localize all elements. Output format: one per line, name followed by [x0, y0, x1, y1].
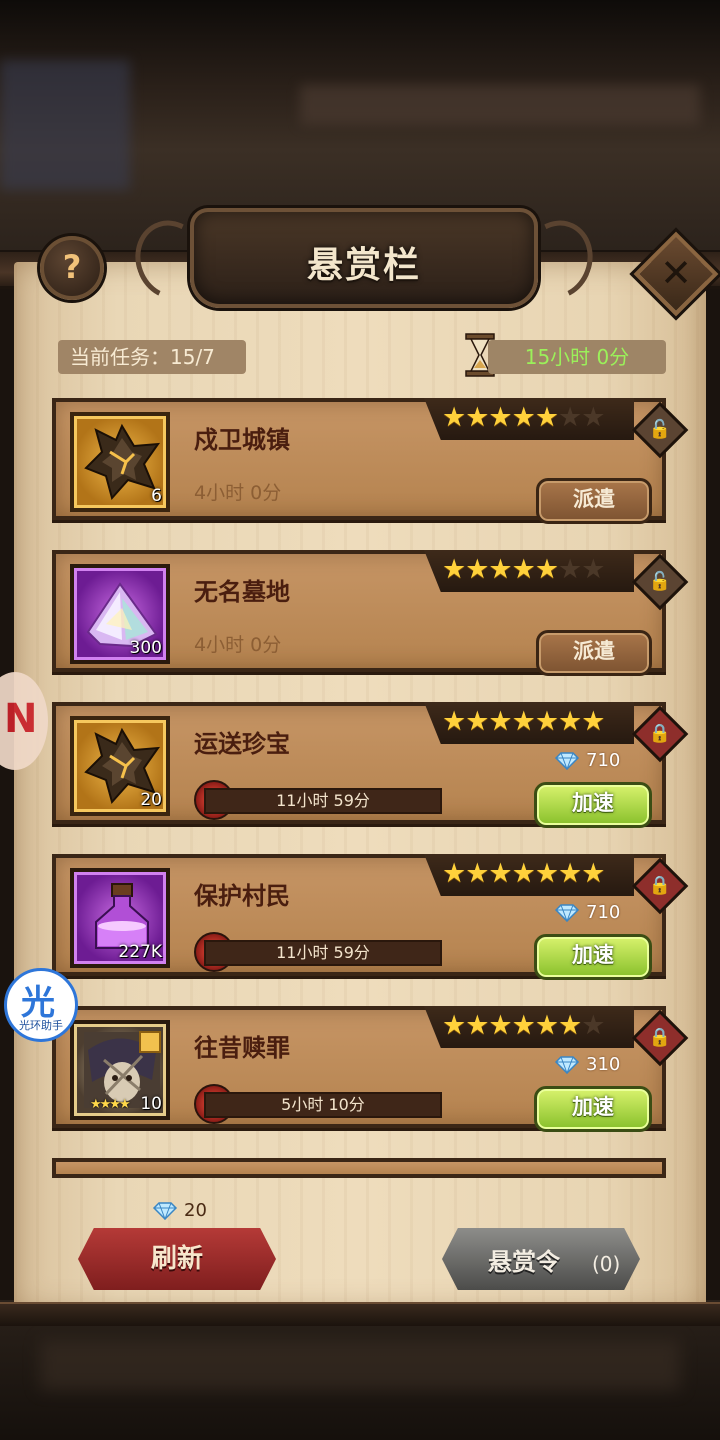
title-plaque: 悬赏栏 — [124, 208, 604, 310]
reward-item[interactable]: 20 — [70, 716, 170, 816]
star-rating: ★★★★★★★ — [442, 554, 605, 585]
bounty-card-partial — [52, 1158, 666, 1178]
star-rating: ★★★★★★★ — [442, 706, 605, 737]
bounty-card: 20 运送珍宝 ★★★★★★★ 🔒 11小时 59分 710 加速 — [52, 702, 689, 828]
question-icon: ? — [62, 248, 82, 286]
lock-icon: 🔒 — [648, 875, 672, 896]
lock-icon: 🔒 — [648, 723, 672, 744]
help-button[interactable]: ? — [40, 236, 104, 300]
assistant-caption: 光环助手 — [19, 1019, 63, 1032]
speedup-cost: 310 — [554, 1054, 620, 1075]
star-rating: ★★★★★★★ — [442, 402, 605, 433]
bounty-order-button[interactable]: 悬赏令 (0) — [442, 1228, 640, 1290]
bounty-name: 保护村民 — [194, 882, 290, 910]
star-rating: ★★★★★★★ — [442, 858, 605, 889]
diamond-icon — [554, 1056, 580, 1074]
reward-item[interactable]: ★★★★ 10 — [70, 1020, 170, 1120]
remaining-time: 11小时 59分 — [204, 788, 442, 814]
current-tasks-label: 当前任务：15/7 — [58, 340, 246, 374]
lock-icon: 🔒 — [648, 1027, 672, 1048]
bounty-duration: 4小时 0分 — [194, 482, 282, 504]
diamond-icon — [152, 1202, 178, 1220]
dispatch-button[interactable]: 派遣 — [536, 630, 652, 676]
diamond-icon — [554, 904, 580, 922]
bounty-name: 运送珍宝 — [194, 730, 290, 758]
speedup-cost: 710 — [554, 750, 620, 771]
remaining-time: 5小时 10分 — [204, 1092, 442, 1118]
bounty-card: ★★★★ 10 往昔赎罪 ★★★★★★★ 🔒 5小时 10分 310 加速 — [52, 1006, 689, 1132]
refresh-cost: 20 — [152, 1200, 207, 1221]
bounty-card: 227K 保护村民 ★★★★★★★ 🔒 11小时 59分 710 加速 — [52, 854, 689, 980]
page-title: 悬赏栏 — [306, 245, 421, 286]
bounty-card: 6 戍卫城镇 ★★★★★★★ 🔓 4小时 0分 派遣 — [52, 398, 689, 524]
reward-item[interactable]: 300 — [70, 564, 170, 664]
bounty-order-count: (0) — [592, 1252, 621, 1276]
speed-up-button[interactable]: 加速 — [534, 1086, 652, 1132]
bounty-name: 戍卫城镇 — [194, 426, 290, 454]
star-rating: ★★★★★★★ — [442, 1010, 605, 1041]
reward-quantity: 20 — [140, 790, 162, 810]
refresh-timer: 15小时 0分 — [488, 340, 666, 374]
reward-item[interactable]: 227K — [70, 868, 170, 968]
speed-up-button[interactable]: 加速 — [534, 782, 652, 828]
dispatch-button[interactable]: 派遣 — [536, 478, 652, 524]
bounty-card: 300 无名墓地 ★★★★★★★ 🔓 4小时 0分 派遣 — [52, 550, 689, 676]
panel-bottom-rim — [0, 1302, 720, 1326]
reward-quantity: 6 — [151, 486, 162, 506]
bounty-order-label: 悬赏令 — [488, 1248, 560, 1276]
refresh-button[interactable]: 刷新 — [78, 1228, 276, 1290]
bounty-name: 往昔赎罪 — [194, 1034, 290, 1062]
reward-item[interactable]: 6 — [70, 412, 170, 512]
bounty-duration: 4小时 0分 — [194, 634, 282, 656]
unlock-icon: 🔓 — [648, 571, 672, 592]
refresh-button-label: 刷新 — [150, 1244, 203, 1274]
assistant-floating-button[interactable]: 光 光环助手 — [4, 968, 78, 1042]
hero-rarity-stars: ★★★★ — [90, 1097, 131, 1112]
reward-quantity: 300 — [129, 638, 162, 658]
app-logo-icon: N — [4, 696, 38, 742]
remaining-time: 11小时 59分 — [204, 940, 442, 966]
reward-quantity: 227K — [118, 942, 162, 962]
close-icon: ✕ — [660, 251, 692, 295]
speed-up-button[interactable]: 加速 — [534, 934, 652, 980]
unlock-icon: 🔓 — [648, 419, 672, 440]
speedup-cost: 710 — [554, 902, 620, 923]
reward-quantity: 10 — [140, 1094, 162, 1114]
diamond-icon — [554, 752, 580, 770]
bounty-name: 无名墓地 — [194, 578, 290, 606]
